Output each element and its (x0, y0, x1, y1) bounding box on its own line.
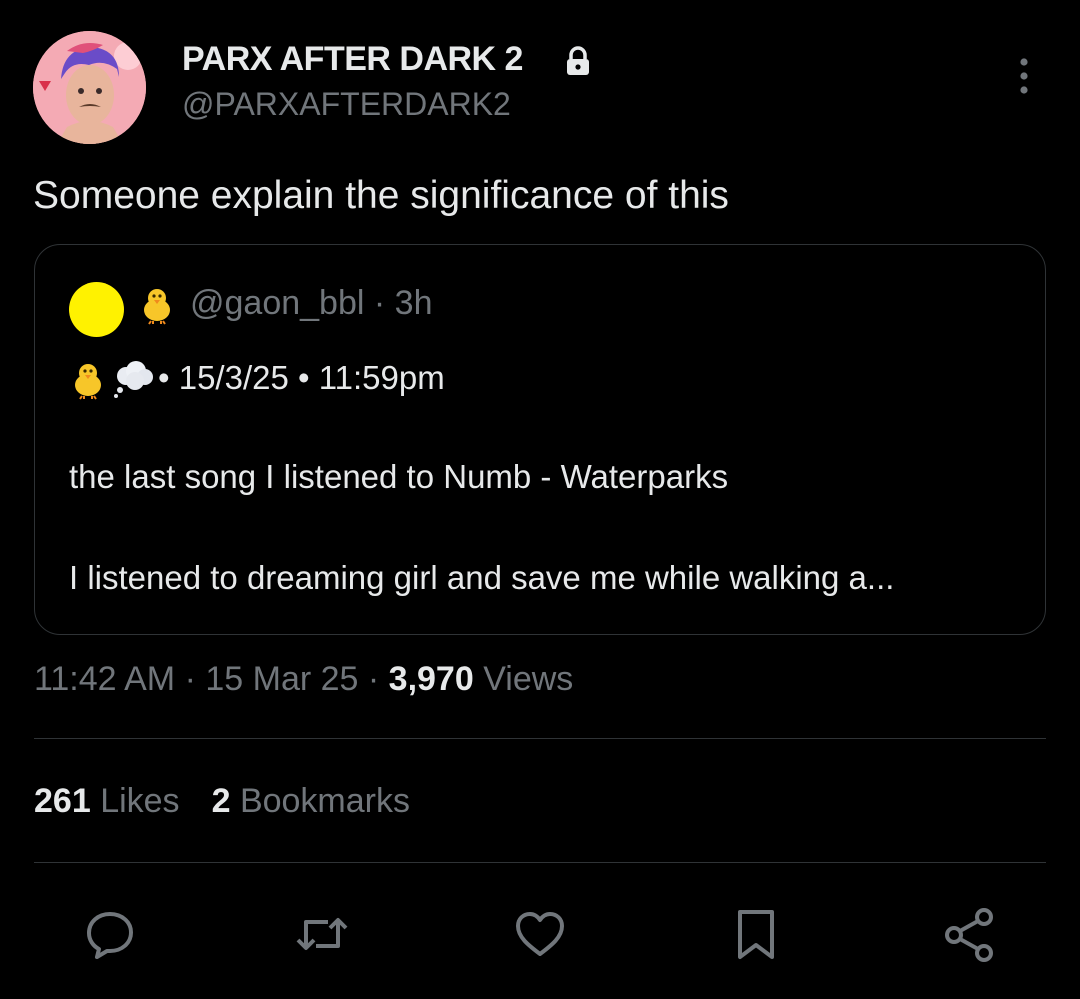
tweet-text: Someone explain the significance of this (33, 174, 729, 217)
bookmarks-label: Bookmarks (239, 782, 410, 820)
engagement-stats: 261 Likes 2 Bookmarks (34, 782, 410, 821)
author-handle[interactable]: @PARXAFTERDARK2 (182, 86, 511, 123)
more-options-icon[interactable] (1006, 55, 1042, 97)
lock-icon (564, 46, 592, 76)
bookmarks-stat[interactable]: 2 Bookmarks (212, 782, 410, 820)
likes-count: 261 (34, 782, 91, 820)
chick-icon (68, 360, 108, 400)
tweet-date[interactable]: 15 Mar 25 (205, 660, 358, 698)
quoted-author-avatar[interactable] (69, 282, 124, 337)
quoted-meta: @gaon_bbl · 3h (190, 284, 433, 323)
quoted-text-line-3: I listened to dreaming girl and save me … (69, 559, 895, 596)
quoted-handle[interactable]: @gaon_bbl (190, 284, 364, 322)
author-avatar[interactable] (33, 31, 146, 144)
like-icon[interactable] (510, 904, 570, 964)
share-icon[interactable] (940, 904, 1000, 964)
author-display-name[interactable]: PARX AFTER DARK 2 (182, 40, 523, 79)
meta-separator: · (175, 660, 206, 698)
likes-label: Likes (100, 782, 180, 820)
avatar-illustration (33, 31, 146, 144)
views-label: Views (473, 660, 574, 698)
tweet-time[interactable]: 11:42 AM (34, 660, 175, 698)
retweet-icon[interactable] (292, 904, 352, 964)
divider (34, 862, 1046, 863)
quoted-text-line-2: the last song I listened to Numb - Water… (69, 458, 729, 495)
likes-stat[interactable]: 261 Likes (34, 782, 180, 820)
quoted-time-ago: 3h (394, 284, 433, 322)
bookmarks-count: 2 (211, 782, 231, 820)
thought-balloon-icon (112, 360, 156, 400)
views-count[interactable]: 3,970 (389, 660, 474, 698)
divider (34, 738, 1046, 739)
quoted-text-line-1: • 15/3/25 • 11:59pm (158, 359, 445, 396)
bookmark-icon[interactable] (726, 904, 786, 964)
meta-separator: · (358, 660, 389, 698)
chick-icon (137, 285, 177, 325)
reply-icon[interactable] (80, 904, 140, 964)
tweet-meta: 11:42 AM · 15 Mar 25 · 3,970 Views (34, 660, 573, 699)
quoted-separator: · (373, 284, 386, 322)
